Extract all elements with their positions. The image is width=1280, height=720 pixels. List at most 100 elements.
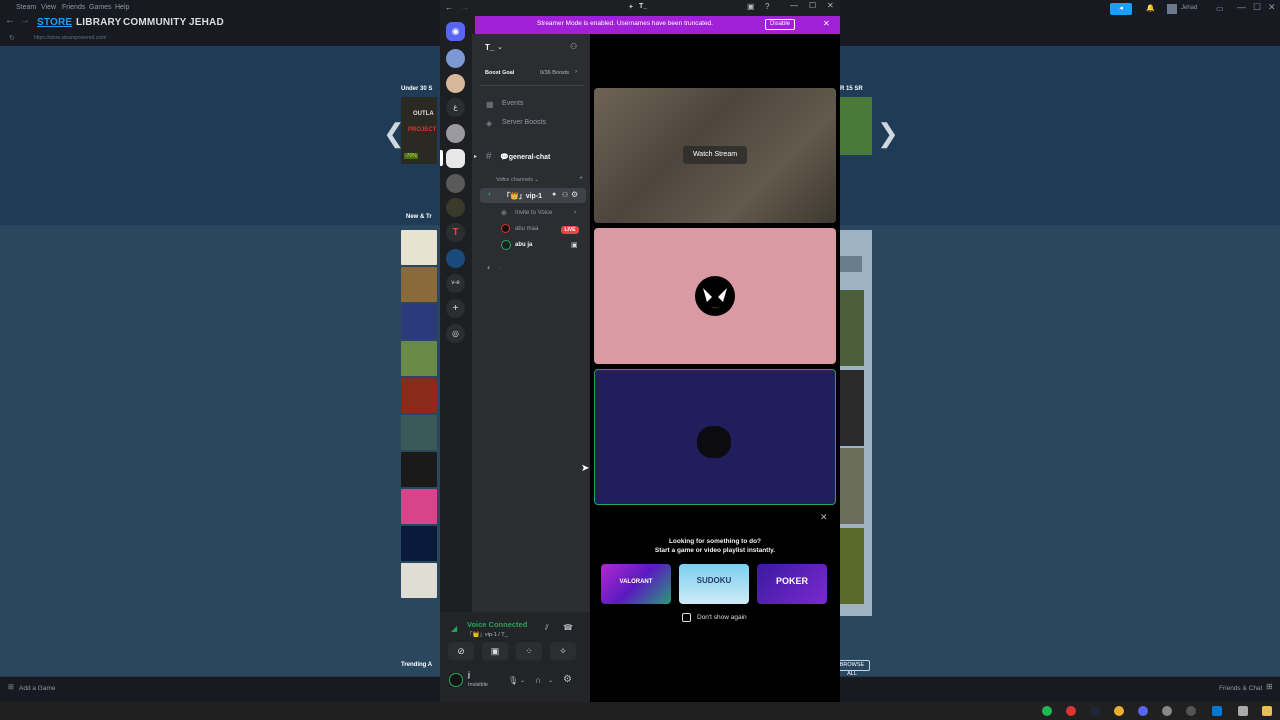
forward-arrow-icon[interactable]: →: [461, 3, 469, 12]
spotify-icon[interactable]: [1042, 706, 1052, 716]
big-picture-icon[interactable]: ▭: [1216, 4, 1224, 13]
headphones-icon[interactable]: ∩: [535, 675, 541, 685]
channel-general-chat[interactable]: 💬general-chat: [500, 153, 550, 161]
game-tile[interactable]: [401, 267, 437, 302]
avatar[interactable]: [1167, 4, 1177, 14]
boost-goal-label[interactable]: Boost Goal: [485, 70, 514, 76]
voice-location[interactable]: 「👑」vip-1 / T_: [467, 630, 508, 638]
invite-to-voice-link[interactable]: Invite to Voice: [515, 210, 552, 216]
help-icon[interactable]: ?: [765, 2, 769, 11]
soundboard-button[interactable]: ✧: [550, 642, 576, 660]
watch-stream-button[interactable]: Watch Stream: [683, 146, 747, 164]
inbox-icon[interactable]: ▣: [747, 2, 755, 11]
steam-menu-view[interactable]: View: [41, 4, 56, 11]
notification-bell-icon[interactable]: 🔔: [1146, 4, 1155, 12]
screen-share-button[interactable]: ▣: [482, 642, 508, 660]
microphone-icon[interactable]: 🎙: [508, 676, 518, 685]
voice-connected-status[interactable]: Voice Connected: [467, 620, 527, 629]
participant-tile-speaking[interactable]: [594, 369, 836, 505]
nav-library[interactable]: LIBRARY: [76, 17, 121, 28]
featured-game-capsule[interactable]: OUTLA PROJECT -70%: [401, 97, 437, 164]
preview-screenshot[interactable]: [840, 528, 864, 604]
voice-user-name-self[interactable]: abu ja: [515, 242, 532, 248]
game-tile[interactable]: [401, 230, 437, 265]
add-channel-icon[interactable]: +: [579, 175, 583, 182]
activities-button[interactable]: ⁘: [516, 642, 542, 660]
account-name[interactable]: Jehad: [1181, 5, 1197, 11]
avatar[interactable]: [449, 673, 463, 687]
activity-card-sudoku[interactable]: SUDOKU: [679, 564, 749, 604]
chevron-down-icon[interactable]: ⌄: [520, 677, 525, 684]
chevron-down-icon[interactable]: ⌄: [548, 677, 553, 684]
close-activity-prompt-icon[interactable]: ✕: [820, 512, 828, 523]
disable-streamer-mode-button[interactable]: Disable: [765, 19, 795, 30]
steam-menu-steam[interactable]: Steam: [16, 4, 36, 11]
broadcast-icon[interactable]: ◂: [1110, 3, 1132, 15]
game-tile[interactable]: [401, 415, 437, 450]
server-icon[interactable]: [446, 174, 465, 193]
nav-store[interactable]: STORE: [37, 17, 72, 28]
nav-community[interactable]: COMMUNITY: [123, 17, 186, 28]
back-arrow-icon[interactable]: ←: [445, 3, 453, 12]
game-tile[interactable]: [401, 489, 437, 524]
game-tile[interactable]: [401, 304, 437, 339]
server-icon[interactable]: [446, 49, 465, 68]
steam-menu-friends[interactable]: Friends: [62, 4, 85, 11]
camera-button[interactable]: ⊘: [448, 642, 474, 660]
add-server-icon[interactable]: +: [446, 299, 465, 318]
app-icon[interactable]: [1186, 706, 1196, 716]
forward-arrow-icon[interactable]: →: [20, 15, 30, 26]
game-tile[interactable]: [401, 341, 437, 376]
server-icon[interactable]: ع: [446, 98, 465, 117]
stream-tile[interactable]: Watch Stream: [594, 88, 836, 223]
chat-bubble-icon[interactable]: ●: [552, 191, 556, 198]
nav-profile[interactable]: JEHAD: [189, 17, 224, 28]
voice-category-text[interactable]: Voice channels: [496, 177, 533, 183]
discord-icon[interactable]: [1138, 706, 1148, 716]
add-member-icon[interactable]: ⚇: [562, 191, 568, 199]
noise-suppression-icon[interactable]: ⫽: [545, 623, 549, 633]
participant-tile[interactable]: [594, 228, 836, 364]
server-icon[interactable]: [446, 249, 465, 268]
chevron-down-icon[interactable]: ⌄: [497, 43, 503, 51]
featured-game-capsule-right[interactable]: [840, 97, 872, 155]
user-settings-icon[interactable]: ⚙: [563, 674, 572, 685]
voice-channel-name[interactable]: .: [500, 264, 502, 270]
server-icon[interactable]: [446, 198, 465, 217]
minimize-icon[interactable]: —: [790, 1, 798, 10]
steam-menu-help[interactable]: Help: [115, 4, 129, 11]
game-tile[interactable]: [401, 563, 437, 598]
account-username[interactable]: j: [468, 672, 470, 679]
close-icon[interactable]: ✕: [827, 1, 834, 10]
chrome-icon[interactable]: [1114, 706, 1124, 716]
server-icon[interactable]: T: [446, 223, 465, 242]
close-icon[interactable]: ✕: [1268, 2, 1276, 13]
game-tile[interactable]: [401, 452, 437, 487]
url-bar[interactable]: https://store.steampowered.com/: [34, 35, 107, 41]
voice-channel-name[interactable]: 「👑」vip-1: [503, 191, 542, 201]
back-arrow-icon[interactable]: ←: [5, 15, 15, 26]
avatar-speaking[interactable]: [501, 240, 511, 250]
disconnect-icon[interactable]: ☎: [563, 623, 573, 632]
activity-card-poker[interactable]: POKER: [757, 564, 827, 604]
maximize-icon[interactable]: ☐: [809, 1, 816, 10]
game-tile[interactable]: [401, 378, 437, 413]
app-icon[interactable]: [1238, 706, 1248, 716]
activity-card-valorant[interactable]: VALORANT: [601, 564, 671, 604]
events-link[interactable]: Events: [502, 100, 523, 107]
avatar[interactable]: [501, 224, 510, 233]
explore-icon[interactable]: ◎: [446, 324, 465, 343]
server-icon-active[interactable]: [446, 149, 465, 168]
game-tile[interactable]: [401, 526, 437, 561]
voice-user-name[interactable]: abu maa: [515, 226, 538, 232]
carousel-next-icon[interactable]: ❯: [877, 118, 899, 149]
add-game-icon[interactable]: ⊞: [8, 683, 14, 691]
steam-menu-games[interactable]: Games: [89, 4, 112, 11]
file-explorer-icon[interactable]: [1262, 706, 1272, 716]
app-icon[interactable]: [1212, 706, 1222, 716]
minimize-icon[interactable]: —: [1237, 2, 1246, 12]
server-name[interactable]: T_: [485, 43, 494, 52]
connection-signal-icon[interactable]: ◢: [451, 624, 457, 633]
dont-show-again-checkbox[interactable]: [682, 613, 691, 622]
steam-icon[interactable]: [1090, 706, 1100, 716]
